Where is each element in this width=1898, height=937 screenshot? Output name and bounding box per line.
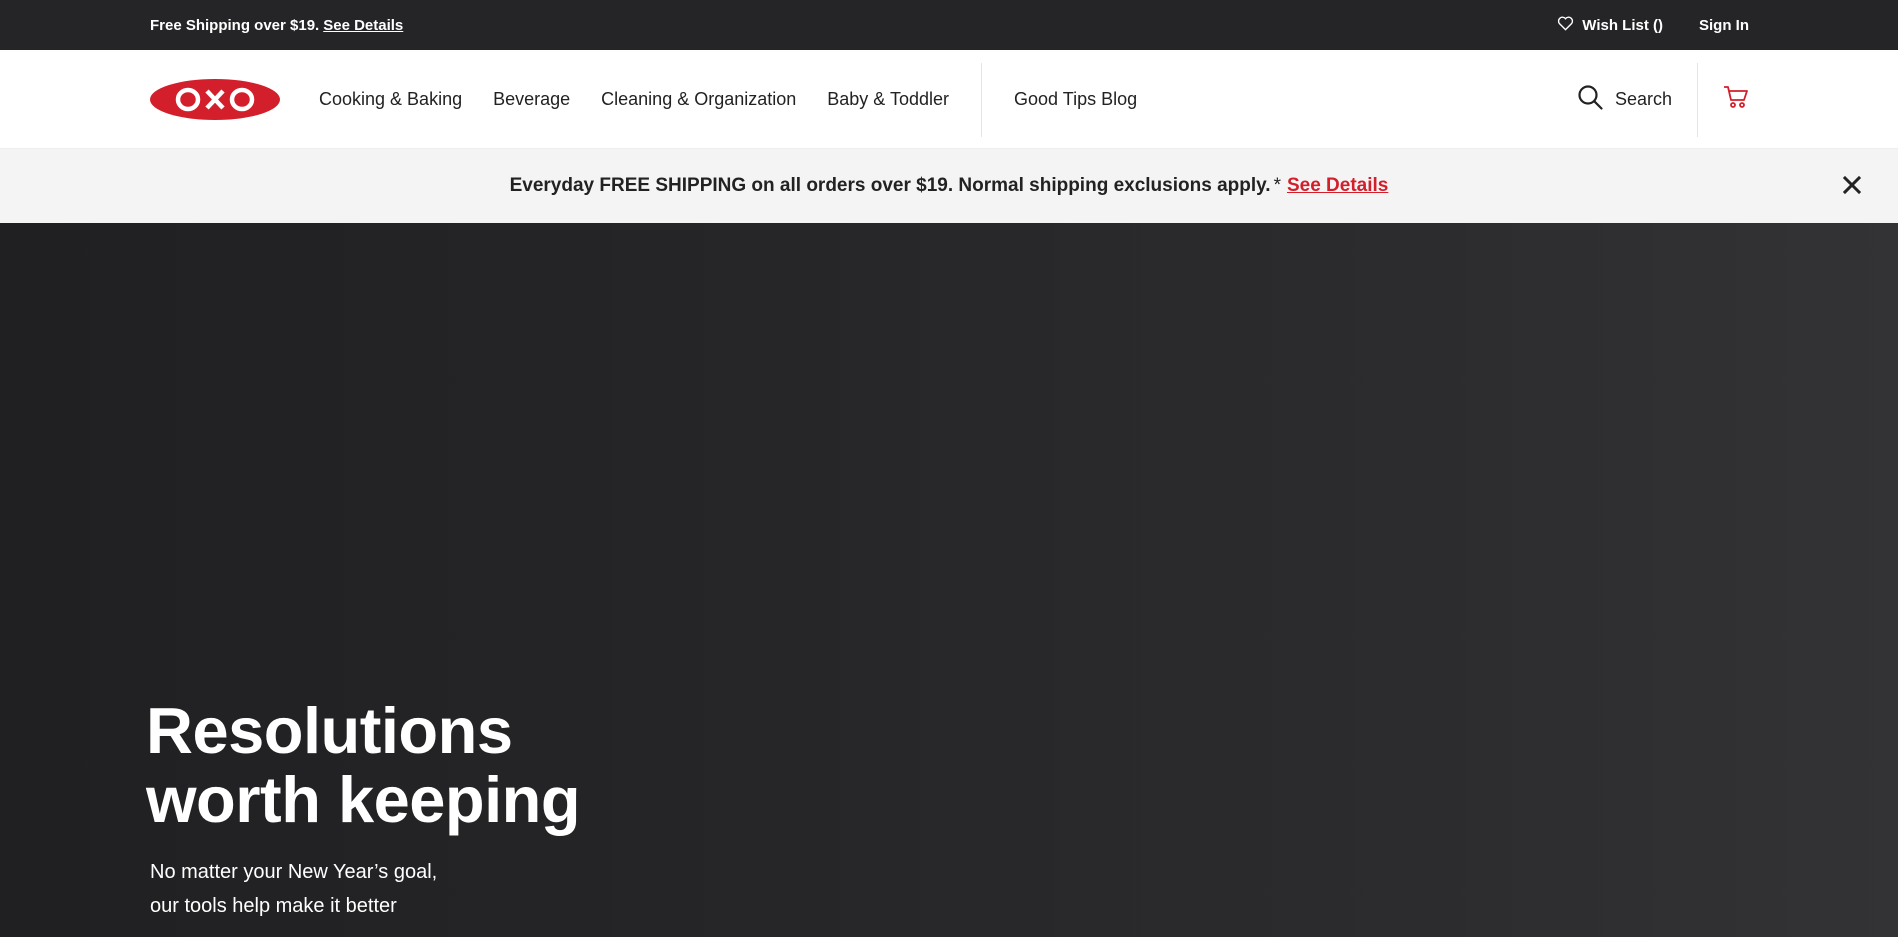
nav-cooking-baking[interactable]: Cooking & Baking [319, 89, 462, 110]
main-nav: Cooking & Baking Beverage Cleaning & Org… [0, 50, 1898, 149]
shipping-details-link[interactable]: See Details [323, 17, 403, 34]
nav-beverage[interactable]: Beverage [493, 89, 570, 110]
hero-title: Resolutions worth keeping [146, 694, 581, 836]
nav-baby-toddler[interactable]: Baby & Toddler [827, 89, 949, 110]
promo-text: Everyday FREE SHIPPING on all orders ove… [509, 175, 1271, 196]
search-label: Search [1614, 89, 1672, 109]
promo-asterisk: * [1273, 175, 1281, 196]
nav-actions: Search [1577, 50, 1749, 149]
sign-in-link[interactable]: Sign In [1699, 17, 1749, 34]
hero-subtitle: No matter your New Year’s goal, our tool… [150, 855, 437, 923]
hero-section: Resolutions worth keeping No matter your… [0, 223, 1898, 937]
utility-bar: Free Shipping over $19. See Details Wish… [0, 0, 1898, 50]
utility-links: Wish List () Sign In [1557, 0, 1749, 50]
shipping-text: Free Shipping over $19. [150, 16, 320, 34]
nav-good-tips-blog[interactable]: Good Tips Blog [1014, 89, 1137, 110]
close-banner-button[interactable] [1840, 173, 1864, 197]
hero-title-line-1: Resolutions [146, 694, 513, 767]
primary-nav: Cooking & Baking Beverage Cleaning & Org… [319, 50, 1168, 149]
search-button[interactable]: Search [1577, 84, 1697, 115]
hero-title-line-2: worth keeping [146, 763, 581, 836]
hero-subtitle-line-1: No matter your New Year’s goal, [150, 861, 438, 883]
search-icon [1577, 84, 1603, 115]
promo-message: Everyday FREE SHIPPING on all orders ove… [0, 149, 1898, 223]
cart-icon [1723, 86, 1749, 113]
oxo-logo[interactable] [150, 79, 280, 120]
promo-details-link[interactable]: See Details [1287, 175, 1388, 197]
hero-subtitle-line-2: our tools help make it better [150, 895, 397, 917]
close-icon [1840, 175, 1864, 201]
wishlist-label: Wish List () [1582, 16, 1663, 34]
heart-icon [1557, 16, 1574, 35]
nav-divider [981, 62, 983, 137]
cart-button[interactable] [1723, 85, 1749, 114]
wishlist-link[interactable]: Wish List () [1557, 16, 1663, 35]
shipping-notice: Free Shipping over $19. See Details [150, 0, 403, 50]
nav-right-divider [1697, 62, 1698, 137]
promo-banner: Everyday FREE SHIPPING on all orders ove… [0, 149, 1898, 223]
nav-cleaning-organization[interactable]: Cleaning & Organization [601, 89, 796, 110]
